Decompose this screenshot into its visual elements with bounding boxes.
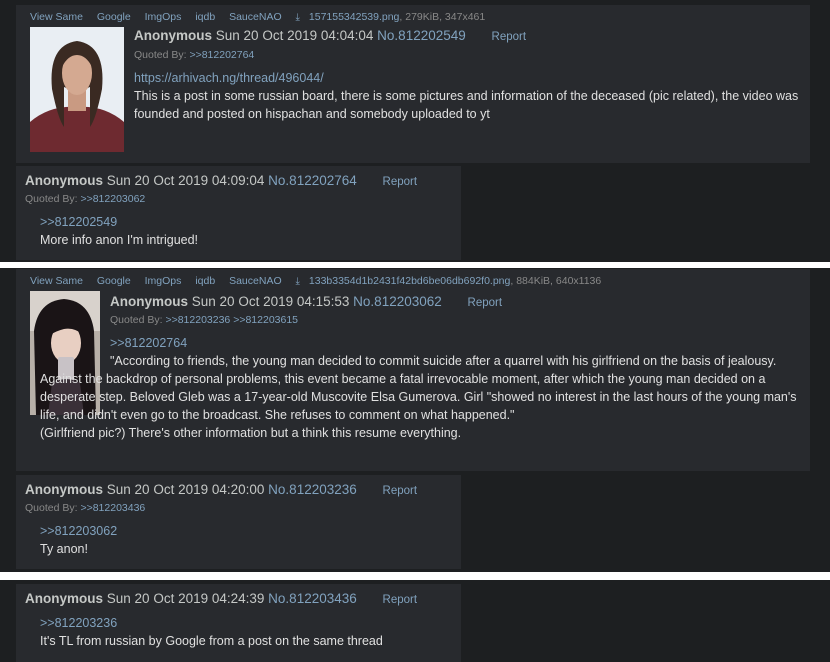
file-info: View Same Google ImgOps iqdb SauceNAO ⤓ … xyxy=(30,11,485,23)
post-text-2: (Girlfriend pic?) There's other informat… xyxy=(40,426,462,440)
quote-link[interactable]: >>812203062 xyxy=(40,522,450,540)
quoted-by: Quoted By: >>812203062 xyxy=(25,193,146,205)
iqdb-link[interactable]: iqdb xyxy=(195,275,215,287)
post-header: Anonymous Sun 20 Oct 2019 04:24:39 No.81… xyxy=(25,591,417,606)
file-name-link[interactable]: 133b3354d1b2431f42bd6be06db692f0.png xyxy=(309,275,510,287)
report-link[interactable]: Report xyxy=(468,297,503,309)
post-date: Sun 20 Oct 2019 04:15:53 xyxy=(191,294,350,309)
post-text: It's TL from russian by Google from a po… xyxy=(40,634,383,648)
backlink[interactable]: >>812203062 xyxy=(80,193,145,205)
post-message: https://arhivach.ng/thread/496044/ This … xyxy=(134,69,804,123)
post-812202764: Anonymous Sun 20 Oct 2019 04:09:04 No.81… xyxy=(16,166,461,260)
poster-name: Anonymous xyxy=(25,591,104,606)
poster-name: Anonymous xyxy=(134,28,213,43)
download-icon[interactable]: ⤓ xyxy=(296,276,300,287)
post-text: This is a post in some russian board, th… xyxy=(134,89,799,121)
file-meta: , 279KiB, 347x461 xyxy=(399,11,486,23)
thread-url-link[interactable]: https://arhivach.ng/thread/496044/ xyxy=(134,69,804,87)
post-text: Ty anon! xyxy=(40,542,88,556)
post-date: Sun 20 Oct 2019 04:04:04 xyxy=(215,28,374,43)
view-same-link[interactable]: View Same xyxy=(30,11,83,23)
post-812203236: Anonymous Sun 20 Oct 2019 04:20:00 No.81… xyxy=(16,475,461,569)
post-message: >>812203062 Ty anon! xyxy=(40,522,450,558)
separator-band xyxy=(0,262,830,268)
post-header: Anonymous Sun 20 Oct 2019 04:09:04 No.81… xyxy=(25,173,417,188)
file-name-link[interactable]: 157155342539.png xyxy=(309,11,400,23)
google-link[interactable]: Google xyxy=(97,275,131,287)
post-header: Anonymous Sun 20 Oct 2019 04:15:53 No.81… xyxy=(110,294,502,309)
report-link[interactable]: Report xyxy=(383,594,418,606)
report-link[interactable]: Report xyxy=(383,176,418,188)
backlink[interactable]: >>812203236 xyxy=(165,314,230,326)
quote-link[interactable]: >>812203236 xyxy=(40,614,455,632)
saucenao-link[interactable]: SauceNAO xyxy=(229,275,282,287)
poster-name: Anonymous xyxy=(25,482,104,497)
saucenao-link[interactable]: SauceNAO xyxy=(229,11,282,23)
poster-name: Anonymous xyxy=(25,173,104,188)
google-link[interactable]: Google xyxy=(97,11,131,23)
report-link[interactable]: Report xyxy=(492,31,527,43)
post-date: Sun 20 Oct 2019 04:20:00 xyxy=(106,482,265,497)
post-text: "According to friends, the young man dec… xyxy=(40,354,797,422)
post-text: More info anon I'm intrigued! xyxy=(40,233,199,247)
imgops-link[interactable]: ImgOps xyxy=(145,11,182,23)
backlink[interactable]: >>812202764 xyxy=(189,49,254,61)
file-meta: , 884KiB, 640x1136 xyxy=(510,275,602,287)
post-header: Anonymous Sun 20 Oct 2019 04:20:00 No.81… xyxy=(25,482,417,497)
backlink[interactable]: >>812203436 xyxy=(80,502,145,514)
quote-link[interactable]: >>812202764 xyxy=(40,334,806,352)
poster-name: Anonymous xyxy=(110,294,189,309)
quoted-by: Quoted By: >>812203236 >>812203615 xyxy=(110,314,299,326)
quote-link[interactable]: >>812202549 xyxy=(40,213,450,231)
imgops-link[interactable]: ImgOps xyxy=(145,275,182,287)
post-number-link[interactable]: No.812203236 xyxy=(268,482,357,497)
quoted-by: Quoted By: >>812202764 xyxy=(134,49,255,61)
post-message: >>812203236 It's TL from russian by Goog… xyxy=(40,614,455,650)
file-info: View Same Google ImgOps iqdb SauceNAO ⤓ … xyxy=(30,275,601,287)
backlink[interactable]: >>812203615 xyxy=(233,314,298,326)
post-thumbnail[interactable] xyxy=(30,27,124,152)
post-message: >>812202764 "According to friends, the y… xyxy=(40,334,806,442)
separator-band xyxy=(0,572,830,580)
post-date: Sun 20 Oct 2019 04:09:04 xyxy=(106,173,265,188)
iqdb-link[interactable]: iqdb xyxy=(195,11,215,23)
post-number-link[interactable]: No.812202549 xyxy=(377,28,466,43)
post-number-link[interactable]: No.812203062 xyxy=(353,294,442,309)
post-number-link[interactable]: No.812202764 xyxy=(268,173,357,188)
post-message: >>812202549 More info anon I'm intrigued… xyxy=(40,213,450,249)
post-812202549: View Same Google ImgOps iqdb SauceNAO ⤓ … xyxy=(16,5,810,163)
report-link[interactable]: Report xyxy=(383,485,418,497)
post-date: Sun 20 Oct 2019 04:24:39 xyxy=(106,591,265,606)
post-header: Anonymous Sun 20 Oct 2019 04:04:04 No.81… xyxy=(134,28,526,43)
download-icon[interactable]: ⤓ xyxy=(296,12,300,23)
view-same-link[interactable]: View Same xyxy=(30,275,83,287)
post-number-link[interactable]: No.812203436 xyxy=(268,591,357,606)
post-812203062: View Same Google ImgOps iqdb SauceNAO ⤓ … xyxy=(16,269,810,471)
quoted-by: Quoted By: >>812203436 xyxy=(25,502,146,514)
post-812203436: Anonymous Sun 20 Oct 2019 04:24:39 No.81… xyxy=(16,584,461,662)
